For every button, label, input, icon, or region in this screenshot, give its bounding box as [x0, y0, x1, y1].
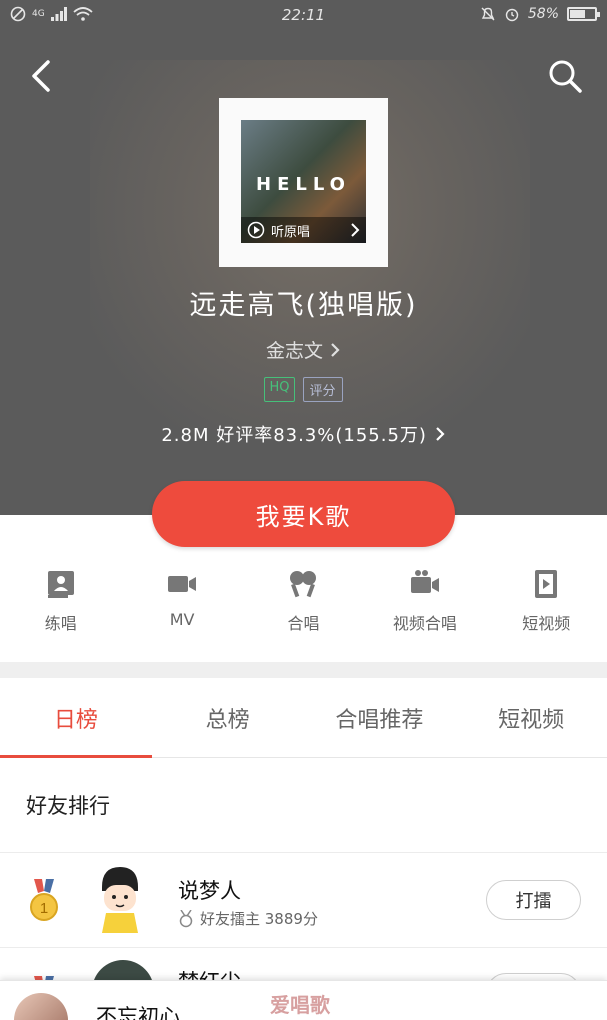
artist-name: 金志文: [265, 340, 323, 362]
k-song-button[interactable]: 我要K歌: [152, 481, 455, 547]
feature-short-video[interactable]: 短视频: [486, 568, 607, 648]
feature-label: 短视频: [522, 614, 571, 633]
challenge-button[interactable]: 打擂: [486, 880, 581, 920]
song-title: 远走高飞(独唱版): [189, 290, 418, 321]
search-icon: [549, 60, 582, 93]
cover-text: HELLO: [256, 174, 351, 195]
feature-label: 合唱: [287, 614, 320, 633]
alarm-icon: [505, 8, 519, 22]
song-stats-link[interactable]: 2.8M 好评率83.3%(155.5万): [0, 421, 607, 447]
player-cover[interactable]: [14, 993, 68, 1020]
status-bar: 4G 22:11 58%: [0, 0, 607, 32]
medal-rank: 1: [40, 900, 48, 917]
feature-chorus[interactable]: 合唱: [243, 568, 364, 648]
chevron-left-icon: [32, 60, 50, 92]
feature-mv[interactable]: MV: [121, 568, 242, 648]
search-button[interactable]: [545, 56, 585, 96]
feature-label: 练唱: [44, 614, 77, 633]
feature-row: 练唱 MV 合唱 视频合唱 短视频: [0, 568, 607, 648]
tab-chorus-recommend[interactable]: 合唱推荐: [304, 678, 456, 757]
battery-percent: 58%: [527, 6, 559, 22]
album-cover[interactable]: HELLO 听原唱: [219, 98, 388, 267]
user-score: 好友擂主 3889分: [178, 908, 318, 929]
song-header: 4G 22:11 58% HELLO 听原唱 远走高飞(独唱版) 金志文 HQ …: [0, 0, 607, 515]
friends-rank-title: 好友排行: [26, 794, 110, 818]
rank-row[interactable]: 1 说梦人 好友擂主 3889分 打擂: [0, 853, 607, 948]
feature-label: 视频合唱: [392, 614, 457, 633]
play-disc-icon: [247, 221, 265, 239]
tab-short-video[interactable]: 短视频: [455, 678, 607, 757]
score-badge[interactable]: 评分: [302, 377, 343, 402]
mute-bell-icon: [481, 7, 495, 21]
album-art: HELLO 听原唱: [241, 120, 366, 243]
watermark: 爱唱歌: [270, 993, 330, 1017]
badges: HQ 评分: [0, 377, 607, 402]
battery-icon: [567, 7, 600, 21]
feature-video-chorus[interactable]: 视频合唱: [364, 568, 485, 648]
listen-original-bar[interactable]: 听原唱: [241, 217, 366, 243]
medal-outline-icon: [179, 909, 193, 927]
mini-player[interactable]: 不忘初心 爱唱歌: [0, 980, 607, 1020]
player-song-title: 不忘初心: [96, 1005, 180, 1020]
song-stats: 2.8M 好评率83.3%(155.5万): [161, 425, 427, 446]
chorus-icon: [290, 571, 317, 598]
listen-original-label: 听原唱: [271, 224, 311, 240]
chevron-right-icon: [435, 427, 445, 441]
artist-link[interactable]: 金志文: [0, 336, 607, 363]
section-divider: [0, 662, 607, 678]
ranking-tabs: 日榜 总榜 合唱推荐 短视频: [0, 678, 607, 758]
tab-total[interactable]: 总榜: [152, 678, 304, 757]
tab-daily[interactable]: 日榜: [0, 678, 152, 758]
video-camera-icon: [168, 576, 197, 592]
feature-practice[interactable]: 练唱: [0, 568, 121, 648]
chevron-right-icon: [351, 223, 360, 237]
short-video-icon: [535, 570, 558, 598]
back-button[interactable]: [22, 56, 62, 96]
chevron-right-icon: [331, 343, 340, 357]
avatar[interactable]: [98, 865, 142, 933]
hq-badge: HQ: [264, 377, 295, 402]
gold-medal-icon: 1: [30, 879, 58, 921]
score-text: 好友擂主 3889分: [200, 910, 318, 928]
user-name: 说梦人: [178, 879, 241, 903]
video-chorus-icon: [410, 570, 439, 593]
practice-icon: [47, 571, 74, 598]
feature-label: MV: [169, 610, 195, 629]
